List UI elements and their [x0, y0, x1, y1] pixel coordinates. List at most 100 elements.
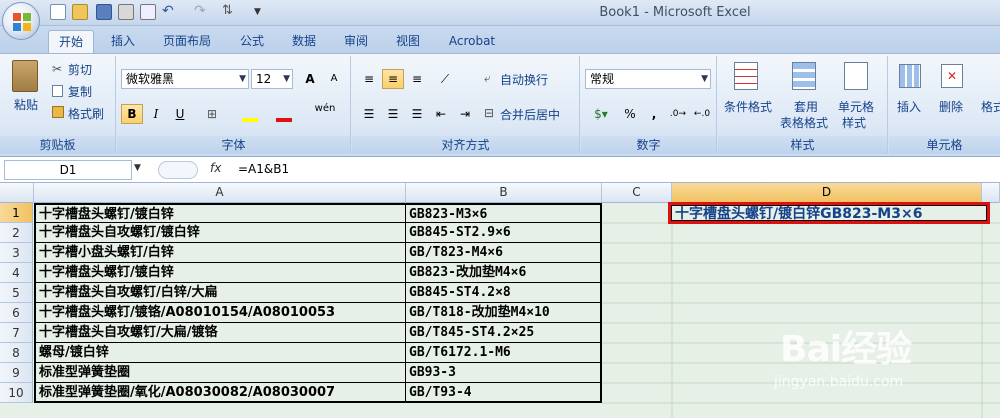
column-header-d[interactable]: D — [672, 183, 982, 203]
percent-button[interactable]: % — [619, 104, 641, 124]
table-format-label-2[interactable]: 表格格式 — [780, 114, 828, 131]
font-size-dropdown[interactable]: 12 ▼ — [251, 69, 293, 89]
row-header[interactable]: 3 — [0, 243, 33, 263]
cells-group: 插入 ✕ 删除 格式 单元格 — [889, 56, 1000, 154]
cell-b10[interactable]: GB/T93-4 — [406, 383, 602, 403]
insert-cells-button[interactable]: 插入 — [897, 98, 921, 115]
cell-a10[interactable]: 标准型弹簧垫圈/氧化/A08030082/A08030007 — [34, 383, 406, 403]
merge-center-button[interactable]: 合并后居中 — [500, 106, 560, 123]
styles-group-label: 样式 — [718, 136, 887, 154]
insert-function-button[interactable]: fx — [210, 161, 230, 179]
conditional-format-button[interactable]: 条件格式 — [724, 98, 772, 115]
chevron-down-icon: ▼ — [701, 74, 708, 84]
tab-data[interactable]: 数据 — [282, 30, 326, 54]
row-header[interactable]: 10 — [0, 383, 33, 403]
copy-button[interactable]: 复制 — [68, 83, 92, 100]
cell-a7[interactable]: 十字槽盘头自攻螺钉/大扁/镀铬 — [34, 323, 406, 343]
cell-b5[interactable]: GB845-ST4.2×8 — [406, 283, 602, 303]
align-left-icon[interactable]: ☰ — [358, 104, 380, 124]
cut-button[interactable]: 剪切 — [68, 61, 92, 78]
cell-b7[interactable]: GB/T845-ST4.2×25 — [406, 323, 602, 343]
title-bar: ↶ ↷ ⇅ ▼ Book1 - Microsoft Excel — [0, 0, 1000, 26]
currency-icon[interactable]: $▾ — [587, 104, 615, 124]
align-bottom-icon[interactable]: ≡ — [406, 69, 428, 89]
cell-a5[interactable]: 十字槽盘头自攻螺钉/白锌/大扁 — [34, 283, 406, 303]
wrap-text-button[interactable]: 自动换行 — [500, 71, 548, 88]
number-group: 常规 ▼ $▾ % , .0→ ←.0 数字 — [581, 56, 717, 154]
chevron-down-icon: ▼ — [239, 74, 246, 84]
name-box[interactable]: D1 — [4, 160, 132, 180]
tab-acrobat[interactable]: Acrobat — [440, 30, 504, 54]
cell-styles-label-2[interactable]: 样式 — [842, 114, 866, 131]
styles-group: 条件格式 套用 表格格式 单元格 样式 样式 — [718, 56, 888, 154]
name-box-chevron-icon[interactable]: ▼ — [134, 163, 141, 173]
tab-review[interactable]: 审阅 — [334, 30, 378, 54]
row-header[interactable]: 1 — [0, 203, 33, 223]
comma-button[interactable]: , — [643, 104, 665, 124]
cell-a4[interactable]: 十字槽盘头螺钉/镀白锌 — [34, 263, 406, 283]
increase-decimal-icon[interactable]: .0→ — [667, 104, 689, 124]
underline-button[interactable]: U — [169, 104, 191, 124]
column-header-c[interactable]: C — [602, 183, 672, 203]
paste-icon[interactable] — [12, 60, 38, 92]
row-header[interactable]: 6 — [0, 303, 33, 323]
column-header-e[interactable] — [982, 183, 1000, 203]
cell-b9[interactable]: GB93-3 — [406, 363, 602, 383]
cell-b6[interactable]: GB/T818-改加垫M4×10 — [406, 303, 602, 323]
font-color-icon[interactable] — [273, 104, 295, 124]
clipboard-group-label: 剪贴板 — [0, 136, 115, 154]
align-middle-icon[interactable]: ≡ — [382, 69, 404, 89]
column-header-a[interactable]: A — [34, 183, 406, 203]
decrease-indent-icon[interactable]: ⇤ — [430, 104, 452, 124]
number-format-dropdown[interactable]: 常规 ▼ — [585, 69, 711, 89]
cell-styles-label-1[interactable]: 单元格 — [838, 98, 874, 115]
tab-insert[interactable]: 插入 — [102, 30, 144, 54]
row-header[interactable]: 5 — [0, 283, 33, 303]
table-format-label-1[interactable]: 套用 — [794, 98, 818, 115]
cell-a8[interactable]: 螺母/镀白锌 — [34, 343, 406, 363]
cell-b8[interactable]: GB/T6172.1-M6 — [406, 343, 602, 363]
format-painter-button[interactable]: 格式刷 — [68, 105, 104, 122]
office-button[interactable] — [2, 2, 40, 40]
format-cells-button[interactable]: 格式 — [981, 98, 1000, 115]
row-header[interactable]: 2 — [0, 223, 33, 243]
cells-group-label: 单元格 — [889, 136, 1000, 154]
paste-button[interactable]: 粘贴 — [14, 96, 38, 113]
bold-button[interactable]: B — [121, 104, 143, 124]
align-right-icon[interactable]: ☰ — [406, 104, 428, 124]
cell-a1[interactable]: 十字槽盘头螺钉/镀白锌 — [34, 203, 406, 223]
cell-a2[interactable]: 十字槽盘头自攻螺钉/镀白锌 — [34, 223, 406, 243]
shrink-font-button[interactable]: A — [323, 69, 345, 89]
formula-input[interactable]: =A1&B1 — [238, 160, 998, 180]
delete-cells-button[interactable]: 删除 — [939, 98, 963, 115]
orientation-icon[interactable]: ⟋ — [434, 69, 456, 89]
row-header[interactable]: 4 — [0, 263, 33, 283]
cell-b2[interactable]: GB845-ST2.9×6 — [406, 223, 602, 243]
row-header[interactable]: 8 — [0, 343, 33, 363]
font-name-dropdown[interactable]: 微软雅黑 ▼ — [121, 69, 249, 89]
align-top-icon[interactable]: ≡ — [358, 69, 380, 89]
borders-icon[interactable]: ⊞ — [201, 104, 223, 124]
select-all-corner[interactable] — [0, 183, 34, 203]
row-header[interactable]: 9 — [0, 363, 33, 383]
tab-formulas[interactable]: 公式 — [230, 30, 274, 54]
cell-b1[interactable]: GB823-M3×6 — [406, 203, 602, 223]
cell-d1[interactable]: 十字槽盘头螺钉/镀白锌GB823-M3×6 — [668, 202, 990, 224]
row-header[interactable]: 7 — [0, 323, 33, 343]
decrease-decimal-icon[interactable]: ←.0 — [691, 104, 713, 124]
tab-page-layout[interactable]: 页面布局 — [152, 30, 222, 54]
italic-button[interactable]: I — [145, 104, 167, 124]
phonetic-button[interactable]: wén — [311, 102, 339, 122]
grow-font-button[interactable]: A — [299, 69, 321, 89]
cell-a6[interactable]: 十字槽盘头螺钉/镀铬/A08010154/A08010053 — [34, 303, 406, 323]
align-center-icon[interactable]: ☰ — [382, 104, 404, 124]
fill-color-icon[interactable] — [239, 104, 261, 124]
column-header-b[interactable]: B — [406, 183, 602, 203]
cell-a3[interactable]: 十字槽小盘头螺钉/白锌 — [34, 243, 406, 263]
increase-indent-icon[interactable]: ⇥ — [454, 104, 476, 124]
tab-view[interactable]: 视图 — [386, 30, 430, 54]
cell-b3[interactable]: GB/T823-M4×6 — [406, 243, 602, 263]
cell-a9[interactable]: 标准型弹簧垫圈 — [34, 363, 406, 383]
cell-b4[interactable]: GB823-改加垫M4×6 — [406, 263, 602, 283]
tab-home[interactable]: 开始 — [48, 30, 94, 54]
